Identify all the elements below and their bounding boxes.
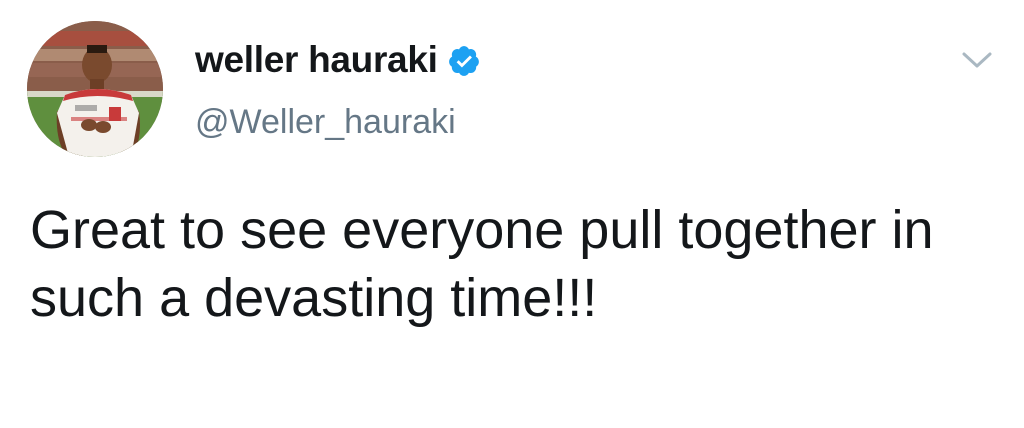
verified-badge-icon [447,44,481,78]
tweet-card: weller hauraki @Weller_hauraki Great to … [0,0,1024,428]
author-name-row[interactable]: weller hauraki [195,38,481,82]
chevron-down-icon[interactable] [960,46,994,72]
avatar-photo-icon [27,21,163,157]
display-name[interactable]: weller hauraki [195,38,438,82]
author-handle[interactable]: @Weller_hauraki [195,102,456,142]
tweet-text: Great to see everyone pull together in s… [30,200,934,328]
avatar[interactable] [27,21,163,157]
